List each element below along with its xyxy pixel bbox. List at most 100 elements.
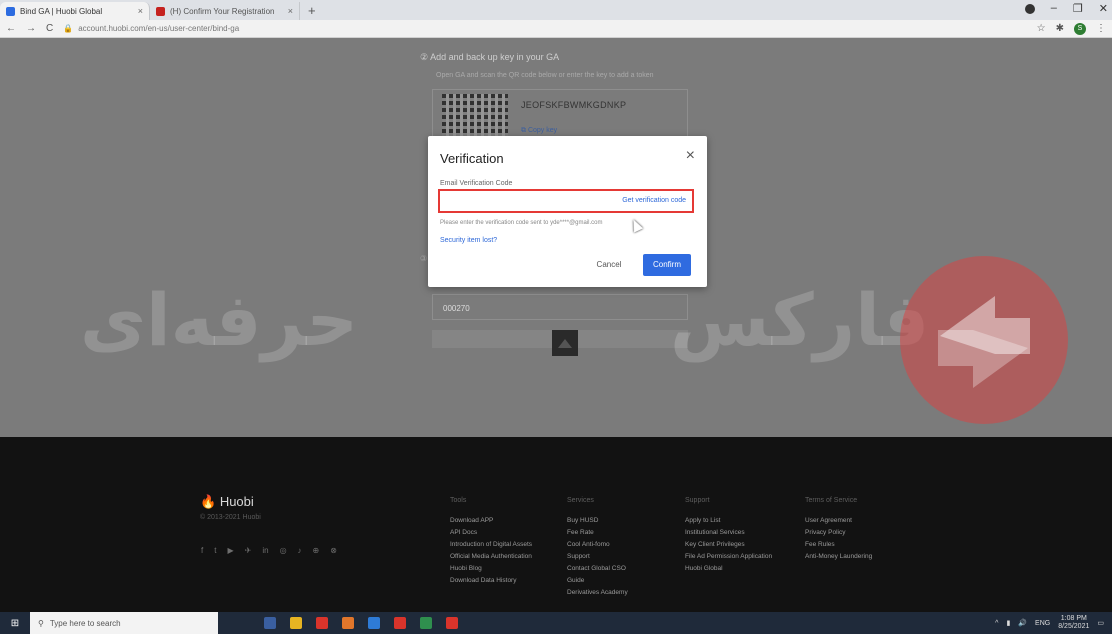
lock-icon: 🔒 bbox=[63, 24, 74, 33]
app-icon[interactable] bbox=[368, 617, 380, 629]
address-bar-actions: ☆ ✱ S ⋮ bbox=[1037, 22, 1106, 35]
footer-link[interactable]: File Ad Permission Application bbox=[685, 553, 772, 560]
column-title: Terms of Service bbox=[805, 497, 858, 504]
tab-title: (H) Confirm Your Registration bbox=[170, 6, 275, 16]
windows-start-icon[interactable]: ⊞ bbox=[0, 612, 30, 634]
windows-taskbar: ⊞ ⚲ Type here to search ^ ▮ 🔊 ENG 1:08 P… bbox=[0, 612, 1112, 634]
footer-link[interactable]: Download Data History bbox=[450, 577, 532, 584]
footer-link[interactable]: Key Client Privileges bbox=[685, 541, 772, 548]
back-icon[interactable]: ← bbox=[6, 23, 16, 34]
taskbar-apps bbox=[264, 617, 458, 629]
network-icon[interactable]: ▮ bbox=[1006, 619, 1010, 627]
close-icon[interactable]: × bbox=[686, 148, 695, 164]
url-field[interactable]: 🔒 account.huobi.com/en-us/user-center/bi… bbox=[63, 24, 1026, 33]
verification-modal: Verification × Email Verification Code G… bbox=[428, 136, 707, 287]
app-icon[interactable] bbox=[420, 617, 432, 629]
ga-code-field[interactable]: 000270 bbox=[432, 294, 688, 320]
app-icon[interactable] bbox=[316, 617, 328, 629]
cancel-button[interactable]: Cancel bbox=[591, 254, 627, 276]
twitter-icon[interactable]: t bbox=[214, 546, 216, 555]
youtube-icon[interactable]: ▶ bbox=[227, 546, 233, 555]
close-tab-icon[interactable]: × bbox=[288, 6, 293, 16]
file-explorer-icon[interactable] bbox=[290, 617, 302, 629]
footer-link[interactable]: Anti-Money Laundering bbox=[805, 553, 872, 560]
forward-icon[interactable]: → bbox=[26, 23, 36, 34]
site-footer: 🔥 Huobi © 2013-2021 Huobi f t ▶ ✈ in ◎ ♪… bbox=[0, 437, 1112, 612]
footer-link[interactable]: Huobi Blog bbox=[450, 565, 532, 572]
scroll-top-icon[interactable] bbox=[552, 330, 578, 356]
clock[interactable]: 1:08 PM 8/25/2021 bbox=[1058, 615, 1089, 631]
browser-tabbar: Bind GA | Huobi Global × (H) Confirm You… bbox=[0, 0, 1112, 20]
footer-link[interactable]: User Agreement bbox=[805, 517, 872, 524]
chrome-icon[interactable] bbox=[394, 617, 406, 629]
extensions-icon[interactable]: ✱ bbox=[1056, 23, 1064, 34]
tab-bind-ga[interactable]: Bind GA | Huobi Global × bbox=[0, 2, 150, 20]
reddit-icon[interactable]: ⊕ bbox=[313, 546, 320, 555]
tab-confirm-registration[interactable]: (H) Confirm Your Registration × bbox=[150, 2, 300, 20]
security-item-lost-link[interactable]: Security item lost? bbox=[440, 237, 497, 244]
minimize-icon[interactable]: – bbox=[1051, 2, 1057, 15]
step-title: ② Add and back up key in your GA bbox=[420, 52, 560, 62]
confirm-button[interactable]: Confirm bbox=[643, 254, 691, 276]
brand-name: Huobi bbox=[219, 494, 254, 509]
firefox-icon[interactable] bbox=[342, 617, 354, 629]
email-code-input[interactable] bbox=[440, 191, 620, 211]
footer-link[interactable]: Download APP bbox=[450, 517, 532, 524]
close-tab-icon[interactable]: × bbox=[138, 6, 143, 16]
footer-link[interactable]: Huobi Global bbox=[685, 565, 772, 572]
footer-link[interactable]: Apply to List bbox=[685, 517, 772, 524]
watermark-text-right: فارکس bbox=[670, 278, 930, 362]
copy-key-link[interactable]: ⧉ Copy key bbox=[521, 127, 557, 135]
email-hint: Please enter the verification code sent … bbox=[440, 220, 603, 226]
footer-link[interactable]: Privacy Policy bbox=[805, 529, 872, 536]
tiktok-icon[interactable]: ♪ bbox=[298, 546, 302, 555]
step-subtitle: Open GA and scan the QR code below or en… bbox=[436, 72, 654, 79]
footer-link[interactable]: Official Media Authentication bbox=[450, 553, 532, 560]
footer-link[interactable]: Fee Rate bbox=[567, 529, 628, 536]
get-verification-code-link[interactable]: Get verification code bbox=[622, 197, 686, 204]
gmail-favicon-icon bbox=[156, 6, 165, 16]
restore-icon[interactable]: ❐ bbox=[1073, 2, 1083, 15]
system-tray: ^ ▮ 🔊 ENG 1:08 PM 8/25/2021 ▭ bbox=[995, 612, 1104, 634]
footer-link[interactable]: Guide bbox=[567, 577, 628, 584]
instagram-icon[interactable]: ◎ bbox=[280, 546, 287, 555]
taskbar-search[interactable]: ⚲ Type here to search bbox=[30, 612, 218, 634]
facebook-icon[interactable]: f bbox=[201, 546, 203, 555]
footer-link[interactable]: Fee Rules bbox=[805, 541, 872, 548]
footer-link[interactable]: Buy HUSD bbox=[567, 517, 628, 524]
footer-link[interactable]: Institutional Services bbox=[685, 529, 772, 536]
footer-link[interactable]: API Docs bbox=[450, 529, 532, 536]
column-title: Support bbox=[685, 497, 710, 504]
menu-icon[interactable]: ⋮ bbox=[1096, 23, 1106, 34]
footer-column-terms: Terms of Service User Agreement Privacy … bbox=[805, 497, 872, 565]
modal-title: Verification bbox=[440, 151, 504, 166]
linkedin-icon[interactable]: in bbox=[262, 546, 268, 555]
clock-date: 8/25/2021 bbox=[1058, 623, 1090, 630]
footer-link[interactable]: Contact Global CSO bbox=[567, 565, 628, 572]
chevron-up-icon[interactable]: ^ bbox=[995, 620, 998, 627]
huobi-favicon-icon bbox=[6, 6, 15, 16]
search-placeholder: Type here to search bbox=[49, 618, 121, 628]
footer-column-tools: Tools Download APP API Docs Introduction… bbox=[450, 497, 532, 589]
close-window-icon[interactable]: ✕ bbox=[1099, 2, 1108, 15]
notifications-icon[interactable]: ▭ bbox=[1097, 619, 1104, 627]
volume-icon[interactable]: 🔊 bbox=[1018, 619, 1027, 627]
telegram-icon[interactable]: ✈ bbox=[245, 546, 252, 555]
column-title: Services bbox=[567, 497, 594, 504]
task-view-icon[interactable] bbox=[264, 617, 276, 629]
footer-link[interactable]: Introduction of Digital Assets bbox=[450, 541, 532, 548]
clock-time: 1:08 PM bbox=[1060, 615, 1087, 622]
footer-link[interactable]: Derivatives Academy bbox=[567, 589, 628, 596]
footer-link[interactable]: Support bbox=[567, 553, 628, 560]
reload-icon[interactable]: C bbox=[46, 23, 53, 34]
footer-link[interactable]: Cool Anti-fomo bbox=[567, 541, 628, 548]
new-tab-button[interactable]: + bbox=[300, 2, 324, 20]
weibo-icon[interactable]: ⊗ bbox=[330, 546, 337, 555]
avatar[interactable]: S bbox=[1074, 22, 1086, 35]
chrome-profile-icon[interactable] bbox=[1024, 4, 1035, 14]
email-code-field-wrapper: Get verification code bbox=[438, 189, 694, 213]
language-indicator[interactable]: ENG bbox=[1035, 620, 1050, 627]
app-icon[interactable] bbox=[446, 617, 458, 629]
star-icon[interactable]: ☆ bbox=[1037, 23, 1046, 34]
footer-brand: 🔥 Huobi bbox=[200, 494, 254, 509]
